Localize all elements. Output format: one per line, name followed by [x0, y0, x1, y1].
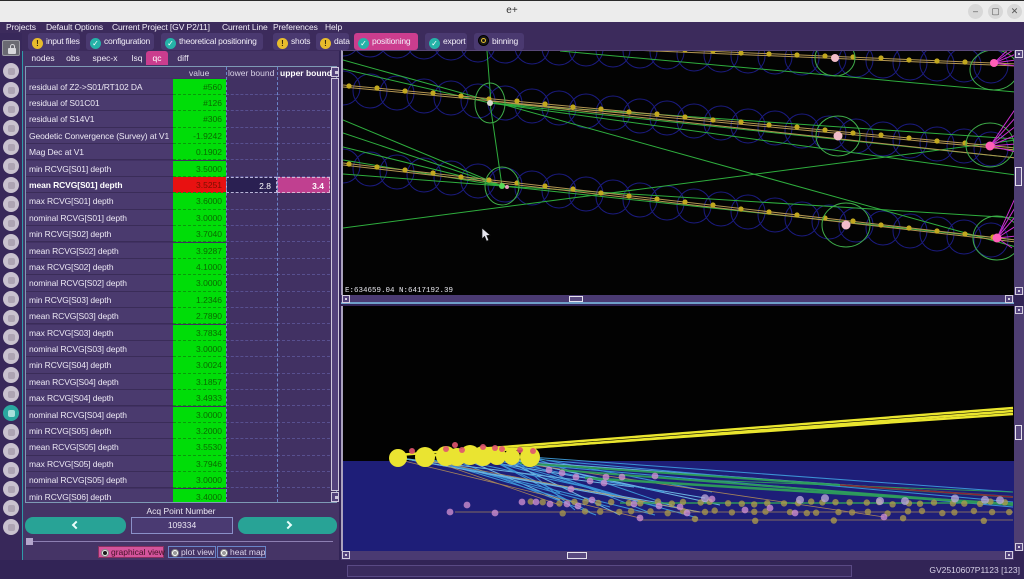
svg-text:E:634659.04 N:6417192.39: E:634659.04 N:6417192.39	[345, 287, 453, 295]
